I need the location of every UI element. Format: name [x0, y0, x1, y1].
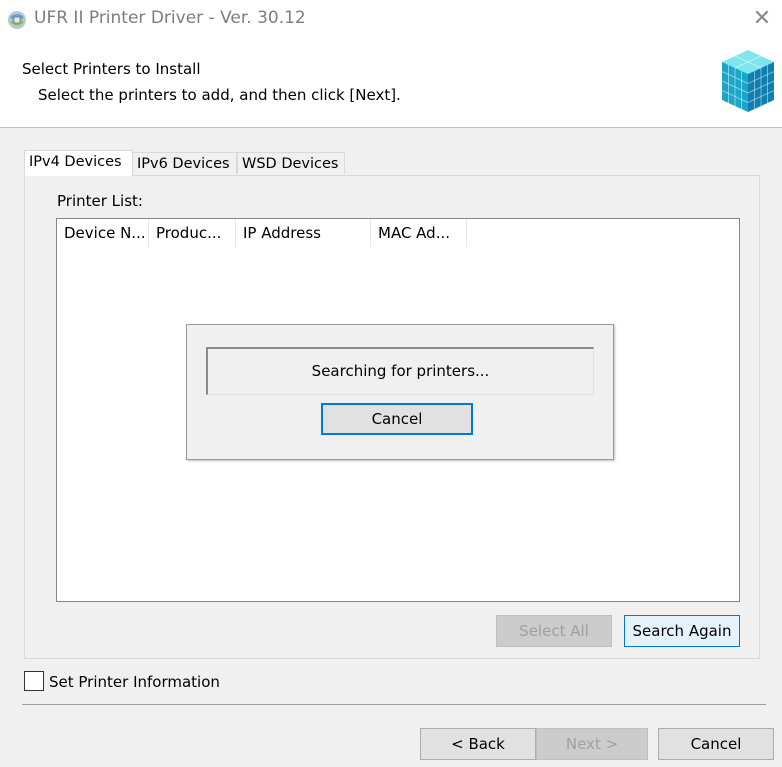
- column-mac-address[interactable]: MAC Ad...: [371, 219, 467, 247]
- select-all-button[interactable]: Select All: [496, 615, 612, 647]
- column-product[interactable]: Produc...: [149, 219, 236, 247]
- column-device-name[interactable]: Device N...: [57, 219, 149, 247]
- header-title: Select Printers to Install: [22, 60, 201, 78]
- tab-wsd-devices[interactable]: WSD Devices: [237, 152, 345, 174]
- footer-divider: [22, 704, 766, 705]
- printer-list-header: Device N... Produc... IP Address MAC Ad.…: [57, 219, 739, 247]
- close-icon[interactable]: ✕: [750, 7, 774, 31]
- title-bar: UFR II Printer Driver - Ver. 30.12 ✕: [0, 0, 782, 40]
- back-button[interactable]: < Back: [420, 728, 536, 760]
- cube-logo-icon: [718, 46, 778, 116]
- wizard-header: Select Printers to Install Select the pr…: [0, 40, 782, 128]
- set-printer-info-checkbox[interactable]: [24, 671, 44, 691]
- searching-status: Searching for printers...: [206, 347, 594, 395]
- next-button[interactable]: Next >: [536, 728, 648, 760]
- header-subtitle: Select the printers to add, and then cli…: [38, 86, 401, 104]
- window-title: UFR II Printer Driver - Ver. 30.12: [34, 8, 306, 28]
- tab-ipv6-devices[interactable]: IPv6 Devices: [132, 152, 237, 174]
- printer-list-label: Printer List:: [57, 192, 143, 210]
- search-again-button[interactable]: Search Again: [624, 615, 740, 647]
- search-cancel-button[interactable]: Cancel: [321, 403, 473, 435]
- tab-ipv4-devices[interactable]: IPv4 Devices: [24, 150, 133, 176]
- column-ip-address[interactable]: IP Address: [236, 219, 371, 247]
- set-printer-info-label[interactable]: Set Printer Information: [49, 671, 220, 693]
- printer-driver-icon: [6, 9, 28, 31]
- searching-dialog: Searching for printers... Cancel: [186, 324, 614, 460]
- cancel-button[interactable]: Cancel: [658, 728, 774, 760]
- wizard-body: IPv4 Devices IPv6 Devices WSD Devices Pr…: [0, 128, 782, 767]
